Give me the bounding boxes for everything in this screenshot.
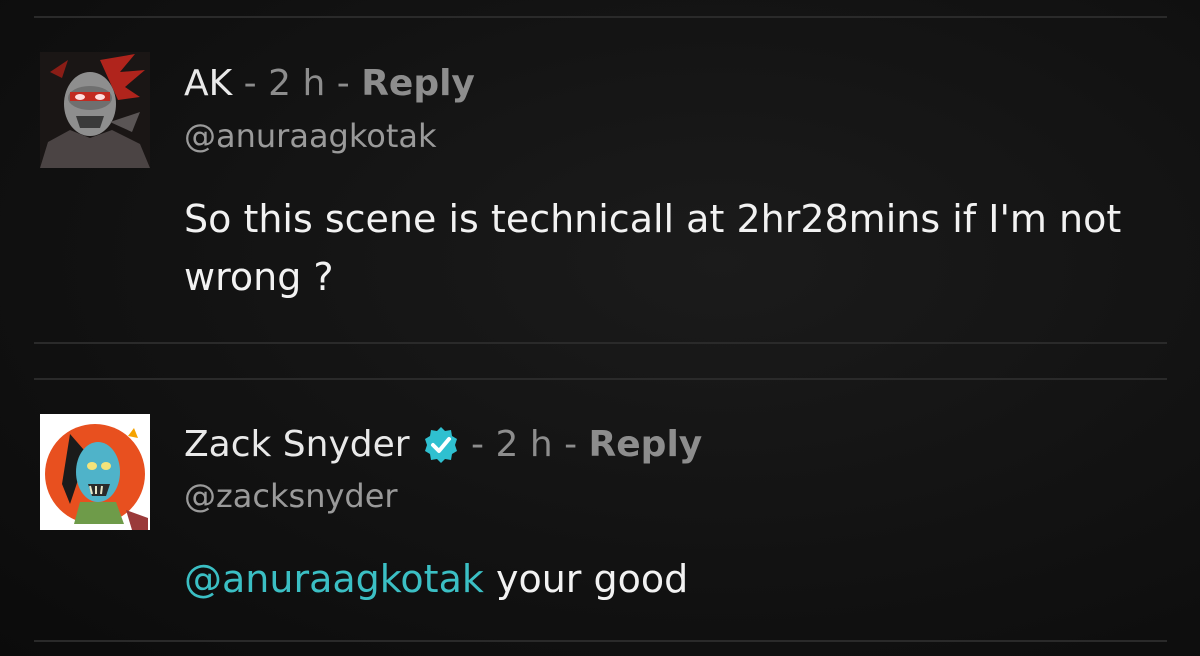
comment-meta: Zack Snyder - 2 h - Reply (184, 426, 702, 464)
comment-item: Zack Snyder - 2 h - Reply @zacksnyder @a… (34, 408, 1167, 628)
comment-text: @anuraagkotak your good (184, 550, 1164, 608)
zombie-hero-avatar-icon (40, 414, 150, 530)
timestamp: 2 h (268, 63, 326, 104)
separator: - (459, 424, 496, 465)
mention-link[interactable]: @anuraagkotak (184, 557, 484, 601)
separator: - (325, 63, 362, 104)
avatar[interactable] (40, 52, 150, 168)
reply-button[interactable]: Reply (361, 66, 475, 102)
user-handle[interactable]: @zacksnyder (184, 480, 398, 512)
comment-text: So this scene is technicall at 2hr28mins… (184, 197, 1122, 299)
dark-villain-avatar-icon (40, 52, 150, 168)
author-name[interactable]: AK (184, 66, 232, 102)
verified-badge-icon (422, 426, 460, 464)
separator: - (552, 424, 589, 465)
timestamp: 2 h (495, 424, 553, 465)
comment-text-body: your good (483, 557, 689, 601)
reply-button[interactable]: Reply (589, 427, 703, 463)
divider-bottom (34, 640, 1167, 642)
comment-meta: AK - 2 h - Reply (184, 66, 475, 102)
separator: - (232, 63, 269, 104)
divider-top (34, 16, 1167, 18)
user-handle[interactable]: @anuraagkotak (184, 120, 437, 152)
author-name[interactable]: Zack Snyder (184, 427, 410, 463)
divider (34, 342, 1167, 344)
comment-item: AK - 2 h - Reply @anuraagkotak So this s… (34, 46, 1167, 326)
avatar[interactable] (40, 414, 150, 530)
divider (34, 378, 1167, 380)
